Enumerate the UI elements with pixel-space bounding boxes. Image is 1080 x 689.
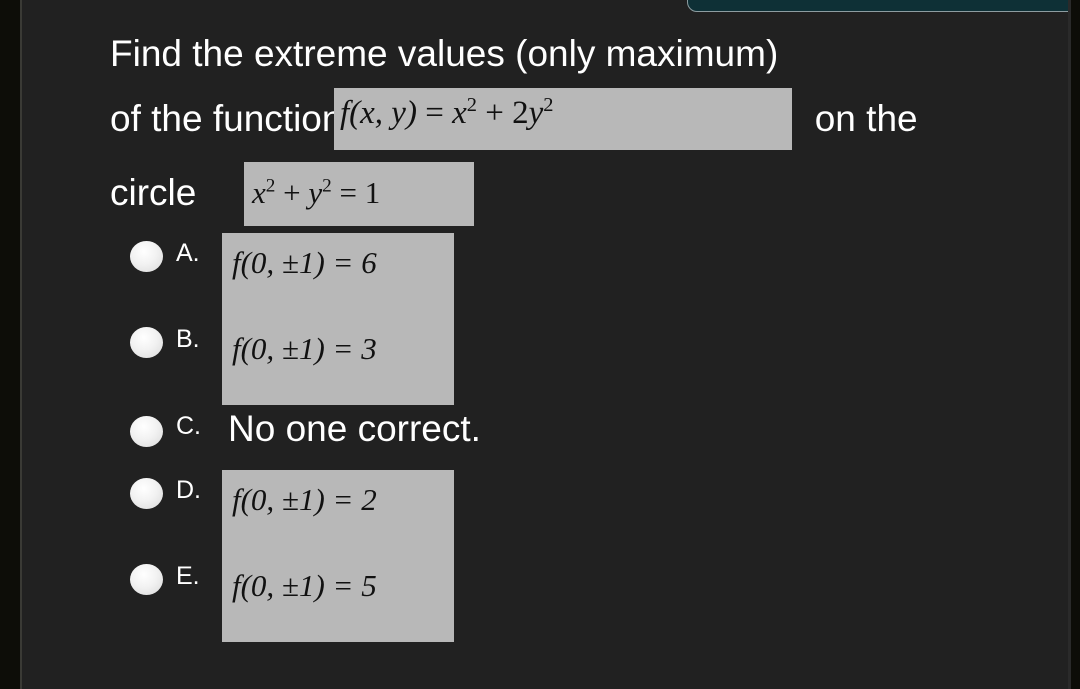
circle-rhs: 1 xyxy=(364,175,381,210)
function-equals: = xyxy=(425,95,444,131)
circle-term1-exponent: 2 xyxy=(265,175,276,197)
screenshot-root: Find the extreme values (only maximum) o… xyxy=(0,0,1080,689)
top-card-partial[interactable] xyxy=(687,0,1068,12)
circle-equals: = xyxy=(339,175,357,210)
right-bezel xyxy=(1071,0,1080,689)
question-line-2-after: on the xyxy=(814,98,918,140)
option-c-letter: C. xyxy=(176,412,201,440)
option-a-answer: f(0, ±1) = 6 xyxy=(222,233,454,319)
function-term1-base: x xyxy=(452,95,467,131)
option-e-answer: f(0, ±1) = 5 xyxy=(222,556,454,642)
circle-plus: + xyxy=(283,175,301,210)
option-e-letter: E. xyxy=(176,562,200,590)
question-line-2-before: of the function xyxy=(110,98,343,140)
circle-term2-base: y xyxy=(308,175,323,210)
option-a[interactable]: A. f(0, ±1) = 6 xyxy=(110,233,1010,319)
option-b-letter: B. xyxy=(176,325,200,353)
radio-button-d[interactable] xyxy=(130,478,163,509)
function-term2-exponent: 2 xyxy=(543,94,554,116)
radio-button-e[interactable] xyxy=(130,564,163,595)
option-c-answer: No one correct. xyxy=(228,408,481,449)
question-panel: Find the extreme values (only maximum) o… xyxy=(22,0,1068,689)
option-d[interactable]: D. f(0, ±1) = 2 xyxy=(110,470,1010,556)
function-term2-coef: 2 xyxy=(512,95,529,131)
radio-button-a[interactable] xyxy=(130,241,163,272)
circle-formula: x2 + y2 = 1 xyxy=(244,162,474,226)
question-line-3-before: circle xyxy=(110,172,197,214)
option-d-answer: f(0, ±1) = 2 xyxy=(222,470,454,556)
radio-button-c[interactable] xyxy=(130,416,163,447)
left-bezel xyxy=(0,0,22,689)
function-term2-base: y xyxy=(528,95,544,131)
function-term1-exponent: 2 xyxy=(466,94,477,116)
circle-term2-exponent: 2 xyxy=(322,175,332,197)
function-formula: f(x, y) = x2 + 2y2 xyxy=(334,88,792,150)
function-plus: + xyxy=(485,95,504,131)
radio-button-b[interactable] xyxy=(130,327,163,358)
function-lhs: f(x, y) xyxy=(340,95,417,131)
option-a-letter: A. xyxy=(176,239,200,267)
left-edge-hairline xyxy=(20,0,22,689)
option-b[interactable]: B. f(0, ±1) = 3 xyxy=(110,319,1010,405)
option-d-letter: D. xyxy=(176,476,201,504)
circle-term1-base: x xyxy=(252,175,266,210)
question-line-1: Find the extreme values (only maximum) xyxy=(110,33,779,74)
option-b-answer: f(0, ±1) = 3 xyxy=(222,319,454,405)
option-e[interactable]: E. f(0, ±1) = 5 xyxy=(110,556,1010,642)
